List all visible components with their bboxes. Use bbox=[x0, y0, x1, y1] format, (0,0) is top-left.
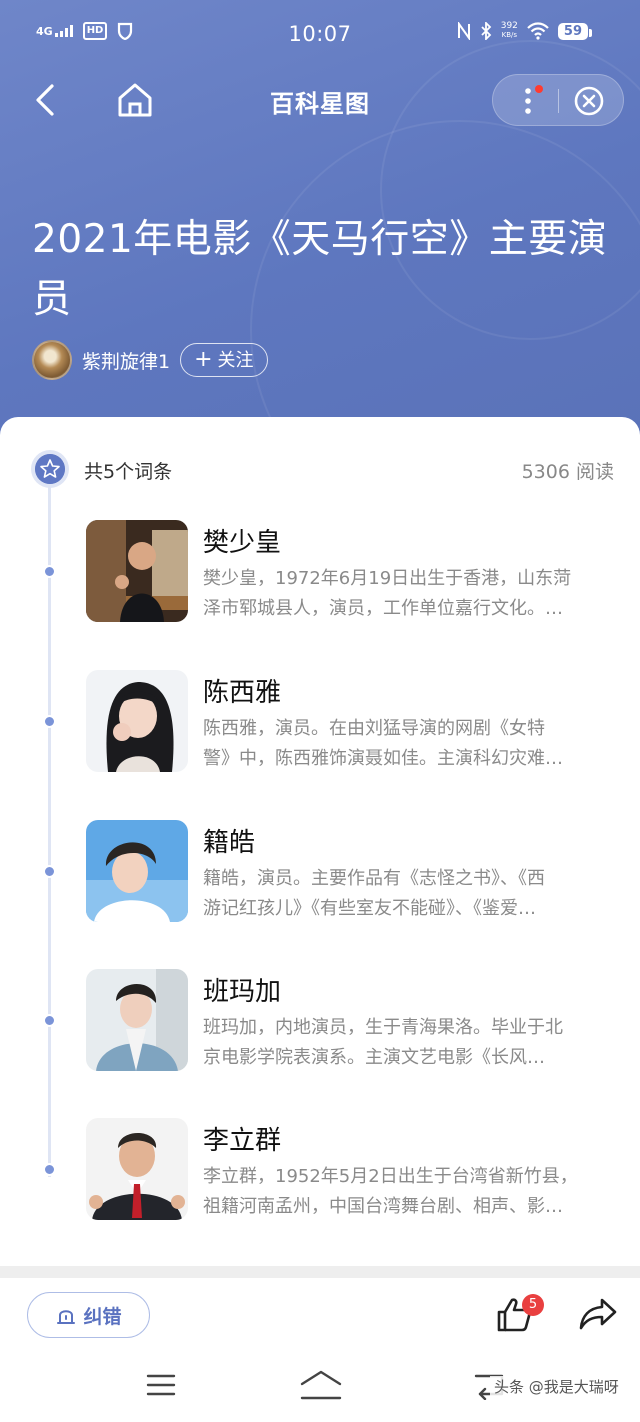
correct-label: 纠错 bbox=[83, 1305, 122, 1328]
entry-description: 籍皓，演员。主要作品有《志怪之书》、《西 游记红孩儿》《有些室友不能碰》、《鉴爱… bbox=[203, 864, 611, 924]
entry-description: 樊少皇，1972年6月19日出生于香港，山东菏 泽市郓城县人，演员，工作单位嘉行… bbox=[203, 564, 611, 624]
entry-description-line: 祖籍河南孟州，中国台湾舞台剧、相声、影… bbox=[203, 1196, 563, 1217]
section-divider bbox=[0, 1266, 640, 1278]
menu-icon[interactable] bbox=[146, 1372, 176, 1398]
entry-name[interactable]: 陈西雅 bbox=[203, 672, 281, 709]
battery-indicator: 59 bbox=[557, 22, 593, 40]
correct-button[interactable]: 纠错 bbox=[27, 1292, 150, 1338]
entry-description-line: 班玛加，内地演员，生于青海果洛。毕业于北 bbox=[203, 1017, 563, 1038]
author-name[interactable]: 紫荆旋律1 bbox=[82, 347, 170, 374]
author-row: 紫荆旋律1 + 关注 bbox=[32, 340, 268, 380]
page-title: 2021年电影《天马行空》主要演员 bbox=[32, 217, 608, 322]
entry-description-line: 籍皓，演员。主要作品有《志怪之书》、《西 bbox=[203, 868, 545, 889]
net-speed-value: 392 bbox=[500, 21, 518, 31]
share-icon[interactable] bbox=[578, 1296, 618, 1332]
system-home-icon[interactable] bbox=[298, 1368, 344, 1402]
entry-description-line: 陈西雅，演员。在由刘猛导演的网剧《女特 bbox=[203, 718, 545, 739]
entry-name[interactable]: 籍皓 bbox=[203, 822, 255, 859]
watermark-text: 头条 @我是大瑞呀 bbox=[490, 1376, 623, 1397]
nfc-icon bbox=[457, 22, 470, 40]
timeline-dot bbox=[43, 715, 56, 728]
entry-name[interactable]: 李立群 bbox=[203, 1120, 281, 1157]
timeline-dot bbox=[43, 1163, 56, 1176]
entry-description: 班玛加，内地演员，生于青海果洛。毕业于北 京电影学院表演系。主演文艺电影《长风… bbox=[203, 1013, 611, 1073]
notification-dot bbox=[535, 85, 543, 93]
entry-description-line: 京电影学院表演系。主演文艺电影《长风… bbox=[203, 1047, 545, 1068]
mini-program-capsule bbox=[492, 74, 624, 126]
plus-icon: + bbox=[194, 347, 213, 372]
follow-label: 关注 bbox=[217, 349, 254, 371]
like-count-badge: 5 bbox=[522, 1294, 544, 1316]
entry-thumbnail[interactable] bbox=[86, 969, 188, 1071]
list-item[interactable]: 樊少皇 樊少皇，1972年6月19日出生于香港，山东菏 泽市郓城县人，演员，工作… bbox=[0, 520, 640, 630]
bluetooth-icon bbox=[481, 22, 491, 40]
list-item[interactable]: 班玛加 班玛加，内地演员，生于青海果洛。毕业于北 京电影学院表演系。主演文艺电影… bbox=[0, 969, 640, 1079]
hero-header: 4G HD 10:07 392 KB/s 59 百科星图 2021年电影《天马行… bbox=[0, 0, 640, 460]
system-navigation-bar: 头条 @我是大瑞呀 bbox=[0, 1352, 640, 1422]
entry-thumbnail[interactable] bbox=[86, 670, 188, 772]
entry-description: 陈西雅，演员。在由刘猛导演的网剧《女特 警》中，陈西雅饰演聂如佳。主演科幻灾难… bbox=[203, 714, 611, 774]
top-nav: 百科星图 bbox=[0, 70, 640, 130]
entry-description-line: 警》中，陈西雅饰演聂如佳。主演科幻灾难… bbox=[203, 748, 563, 769]
timeline-dot bbox=[43, 865, 56, 878]
wifi-icon bbox=[527, 22, 549, 40]
capsule-divider bbox=[558, 89, 559, 113]
entry-thumbnail[interactable] bbox=[86, 1118, 188, 1220]
follow-button[interactable]: + 关注 bbox=[180, 343, 268, 377]
author-avatar[interactable] bbox=[32, 340, 72, 380]
close-icon[interactable] bbox=[573, 85, 605, 117]
bottom-action-bar: 纠错 5 bbox=[0, 1278, 640, 1352]
net-speed: 392 KB/s bbox=[501, 22, 518, 40]
entry-list-card: 共5个词条 5306 阅读 樊少皇 樊少皇，1972年6月19日出生于香港，山东… bbox=[0, 417, 640, 1267]
entry-thumbnail[interactable] bbox=[86, 820, 188, 922]
timeline-dot bbox=[43, 1014, 56, 1027]
entry-description: 李立群，1952年5月2日出生于台湾省新竹县， 祖籍河南孟州，中国台湾舞台剧、相… bbox=[203, 1162, 611, 1222]
entry-description-line: 李立群，1952年5月2日出生于台湾省新竹县， bbox=[203, 1166, 578, 1187]
list-header: 共5个词条 5306 阅读 bbox=[0, 417, 640, 517]
read-count: 5306 阅读 bbox=[521, 461, 614, 483]
list-item[interactable]: 陈西雅 陈西雅，演员。在由刘猛导演的网剧《女特 警》中，陈西雅饰演聂如佳。主演科… bbox=[0, 670, 640, 780]
entry-description-line: 樊少皇，1972年6月19日出生于香港，山东菏 bbox=[203, 568, 572, 589]
timeline-dot bbox=[43, 565, 56, 578]
star-badge-icon bbox=[35, 454, 65, 484]
status-bar: 4G HD 10:07 392 KB/s 59 bbox=[0, 18, 640, 54]
entry-name[interactable]: 班玛加 bbox=[203, 971, 281, 1008]
entry-thumbnail[interactable] bbox=[86, 520, 188, 622]
entry-count: 共5个词条 bbox=[84, 461, 173, 483]
entry-description-line: 泽市郓城县人，演员，工作单位嘉行文化。… bbox=[203, 598, 563, 619]
net-speed-unit: KB/s bbox=[501, 31, 518, 39]
entry-name[interactable]: 樊少皇 bbox=[203, 522, 281, 559]
correct-icon bbox=[57, 1310, 76, 1324]
entry-description-line: 游记红孩儿》《有些室友不能碰》、《鉴爱… bbox=[203, 898, 536, 919]
list-item[interactable]: 籍皓 籍皓，演员。主要作品有《志怪之书》、《西 游记红孩儿》《有些室友不能碰》、… bbox=[0, 820, 640, 930]
list-item[interactable]: 李立群 李立群，1952年5月2日出生于台湾省新竹县， 祖籍河南孟州，中国台湾舞… bbox=[0, 1118, 640, 1228]
